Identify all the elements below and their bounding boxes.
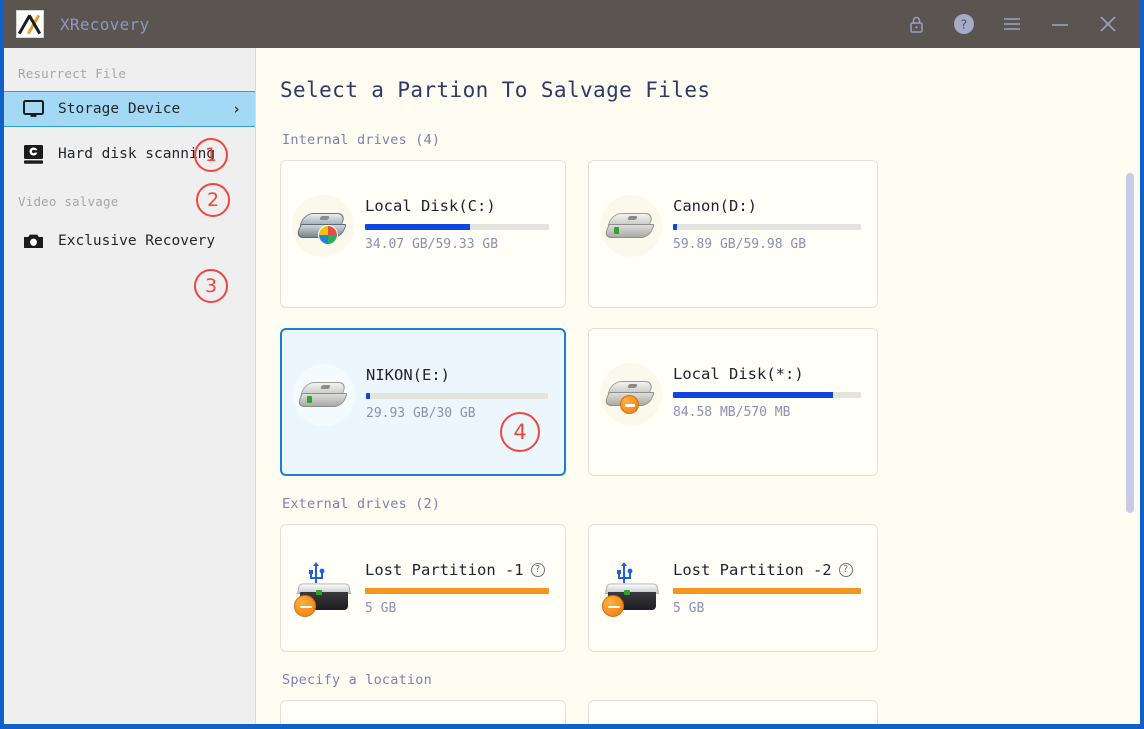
sidebar-item-storage-device[interactable]: Storage Device › [4, 91, 255, 127]
sidebar: Resurrect File Storage Device › Hard dis… [4, 48, 256, 724]
help-icon[interactable]: ? [952, 12, 976, 36]
specify-location-grid [280, 700, 1120, 724]
drive-capacity-label: 5 GB [673, 601, 705, 616]
sidebar-group-label-video: Video salvage [18, 194, 119, 209]
sidebar-group-label-resurrect: Resurrect File [18, 66, 127, 81]
section-label-specify-location: Specify a location [282, 672, 432, 688]
external-drives-grid: Lost Partition -1 ? 5 GB Lost Partition … [280, 524, 1120, 652]
unavailable-badge-icon [620, 395, 639, 414]
window-controls: ? [904, 12, 1130, 36]
annotation-marker-3: 3 [194, 269, 228, 303]
usb-drive-icon [291, 557, 359, 625]
lock-icon[interactable] [904, 12, 928, 36]
drive-capacity-label: 59.89 GB/59.98 GB [673, 237, 807, 252]
location-card-placeholder-1[interactable] [280, 700, 566, 724]
drive-card-nikon-e[interactable]: NIKON(E:) 29.93 GB/30 GB 4 [280, 328, 566, 476]
drive-title: Local Disk(C:) [365, 197, 496, 215]
sidebar-item-exclusive-recovery[interactable]: Exclusive Recovery [4, 223, 255, 259]
annotation-marker-4: 4 [500, 412, 540, 452]
disk-icon [292, 362, 360, 430]
drive-capacity-label: 84.58 MB/570 MB [673, 405, 791, 420]
svg-text:?: ? [961, 17, 968, 32]
drive-title: Lost Partition -1 [365, 561, 524, 579]
chevron-right-icon: › [231, 100, 241, 118]
drive-usage-bar [673, 588, 861, 594]
internal-drives-grid: Local Disk(C:) 34.07 GB/59.33 GB Canon(D… [280, 160, 1120, 476]
windows-disk-icon [291, 193, 359, 261]
drive-title: NIKON(E:) [366, 366, 450, 384]
drive-title: Canon(D:) [673, 197, 757, 215]
close-icon[interactable] [1096, 12, 1120, 36]
sidebar-item-hard-disk-scanning[interactable]: Hard disk scanning [4, 136, 255, 172]
drive-card-canon-d[interactable]: Canon(D:) 59.89 GB/59.98 GB [588, 160, 878, 308]
drive-usage-bar [365, 224, 549, 230]
drive-title: Lost Partition -2 [673, 561, 832, 579]
page-title: Select a Partion To Salvage Files [280, 78, 711, 102]
drive-capacity-label: 5 GB [365, 601, 397, 616]
camera-icon [22, 230, 44, 252]
drive-card-local-disk-star[interactable]: Local Disk(*:) 84.58 MB/570 MB [588, 328, 878, 476]
app-title: XRecovery [60, 14, 150, 34]
disk-icon [599, 193, 667, 261]
drive-title: Local Disk(*:) [673, 365, 804, 383]
drive-usage-bar [673, 392, 861, 398]
usb-drive-icon [599, 557, 667, 625]
app-logo-icon [16, 10, 44, 38]
sidebar-item-label: Storage Device [58, 101, 181, 117]
sidebar-item-label: Exclusive Recovery [58, 233, 216, 249]
title-bar: XRecovery ? [4, 0, 1140, 48]
menu-icon[interactable] [1000, 12, 1024, 36]
sidebar-item-label: Hard disk scanning [58, 146, 216, 162]
drive-usage-bar [366, 393, 548, 399]
drive-usage-bar [365, 588, 549, 594]
drive-card-lost-partition-2[interactable]: Lost Partition -2 ? 5 GB [588, 524, 878, 652]
section-label-external-drives: External drives (2) [282, 496, 441, 512]
unavailable-badge-icon [294, 595, 316, 617]
monitor-icon [22, 98, 44, 120]
application-window: XRecovery ? Resurrect File Storage Devic… [0, 0, 1144, 729]
drive-capacity-label: 34.07 GB/59.33 GB [365, 237, 499, 252]
drive-card-local-disk-c[interactable]: Local Disk(C:) 34.07 GB/59.33 GB [280, 160, 566, 308]
help-tooltip-icon[interactable]: ? [838, 563, 853, 577]
help-tooltip-icon[interactable]: ? [530, 563, 545, 577]
minimize-icon[interactable] [1048, 12, 1072, 36]
disk-icon [599, 361, 667, 429]
location-card-placeholder-2[interactable] [588, 700, 878, 724]
section-label-internal-drives: Internal drives (4) [282, 132, 441, 148]
hard-disk-icon [22, 143, 44, 165]
drive-usage-bar [673, 224, 861, 230]
drive-card-lost-partition-1[interactable]: Lost Partition -1 ? 5 GB [280, 524, 566, 652]
unavailable-badge-icon [602, 595, 624, 617]
main-content: Select a Partion To Salvage Files Intern… [256, 48, 1140, 724]
main-scrollbar[interactable] [1126, 173, 1134, 513]
